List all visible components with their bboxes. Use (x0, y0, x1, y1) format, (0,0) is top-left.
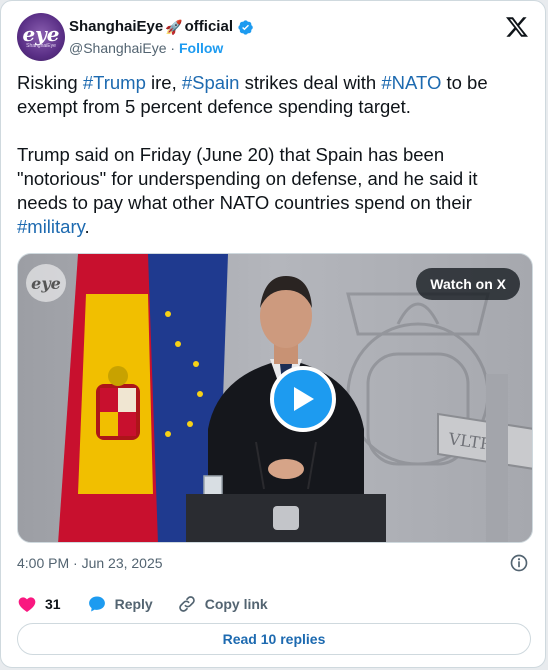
column (486, 374, 508, 542)
action-bar: 31 Reply Copy link (17, 591, 292, 617)
tweet-paragraph-2: Trump said on Friday (June 20) that Spai… (17, 143, 532, 239)
author-block: ShanghaiEye 🚀 official @ShanghaiEye · Fo… (69, 17, 254, 58)
copy-link-button[interactable]: Copy link (177, 594, 268, 614)
tweet-header: eye ShanghaiEye ShanghaiEye 🚀 official @… (17, 13, 529, 61)
avatar[interactable]: eye ShanghaiEye (17, 13, 65, 61)
podium-emblem (273, 506, 299, 530)
handle[interactable]: @ShanghaiEye (69, 40, 167, 56)
hashtag-trump[interactable]: #Trump (83, 72, 146, 93)
hashtag-military[interactable]: #military (17, 216, 85, 237)
verified-badge-icon (238, 19, 253, 35)
avatar-logo-subtext: ShanghaiEye (26, 43, 56, 49)
timestamp[interactable]: 4:00 PM · Jun 23, 2025 (17, 553, 163, 573)
tweet-paragraph-1: Risking #Trump ire, #Spain strikes deal … (17, 71, 532, 119)
avatar-logo-text: eye (22, 22, 60, 46)
heart-icon (18, 597, 36, 612)
text-segment: . (84, 216, 90, 237)
like-count: 31 (45, 596, 61, 612)
link-icon (178, 596, 195, 612)
info-icon[interactable] (509, 553, 529, 573)
text-segment: Trump said on Friday (June 20) that Spai… (17, 144, 478, 213)
reply-bubble-icon (88, 596, 105, 612)
play-button[interactable] (270, 366, 336, 432)
tweet-text: Risking #Trump ire, #Spain strikes deal … (17, 71, 532, 239)
copy-link-label: Copy link (204, 596, 268, 612)
hashtag-nato[interactable]: #NATO (381, 72, 441, 93)
video-thumbnail[interactable]: VLTRA eye Watch on X (17, 253, 533, 543)
handle-line: @ShanghaiEye · Follow (69, 38, 254, 58)
watermark-logo: eye (26, 264, 66, 302)
x-logo-icon[interactable] (505, 15, 529, 39)
text-segment: Risking (17, 72, 83, 93)
display-name[interactable]: ShanghaiEye 🚀 official (69, 17, 254, 37)
text-segment: strikes deal with (239, 72, 382, 93)
display-name-suffix: official (184, 18, 233, 35)
tweet-card: eye ShanghaiEye ShanghaiEye 🚀 official @… (0, 0, 546, 668)
follow-link[interactable]: Follow (179, 40, 223, 56)
watch-on-x-button[interactable]: Watch on X (416, 268, 520, 300)
reply-label: Reply (114, 596, 153, 612)
reply-button[interactable]: Reply (87, 594, 153, 614)
display-name-text: ShanghaiEye (69, 18, 164, 35)
hashtag-spain[interactable]: #Spain (182, 72, 240, 93)
read-replies-button[interactable]: Read 10 replies (17, 623, 531, 655)
separator: · (170, 40, 176, 56)
like-button[interactable]: 31 (17, 594, 61, 614)
play-icon (294, 387, 314, 411)
text-segment: ire, (145, 72, 182, 93)
rocket-emoji: 🚀 (165, 19, 183, 35)
